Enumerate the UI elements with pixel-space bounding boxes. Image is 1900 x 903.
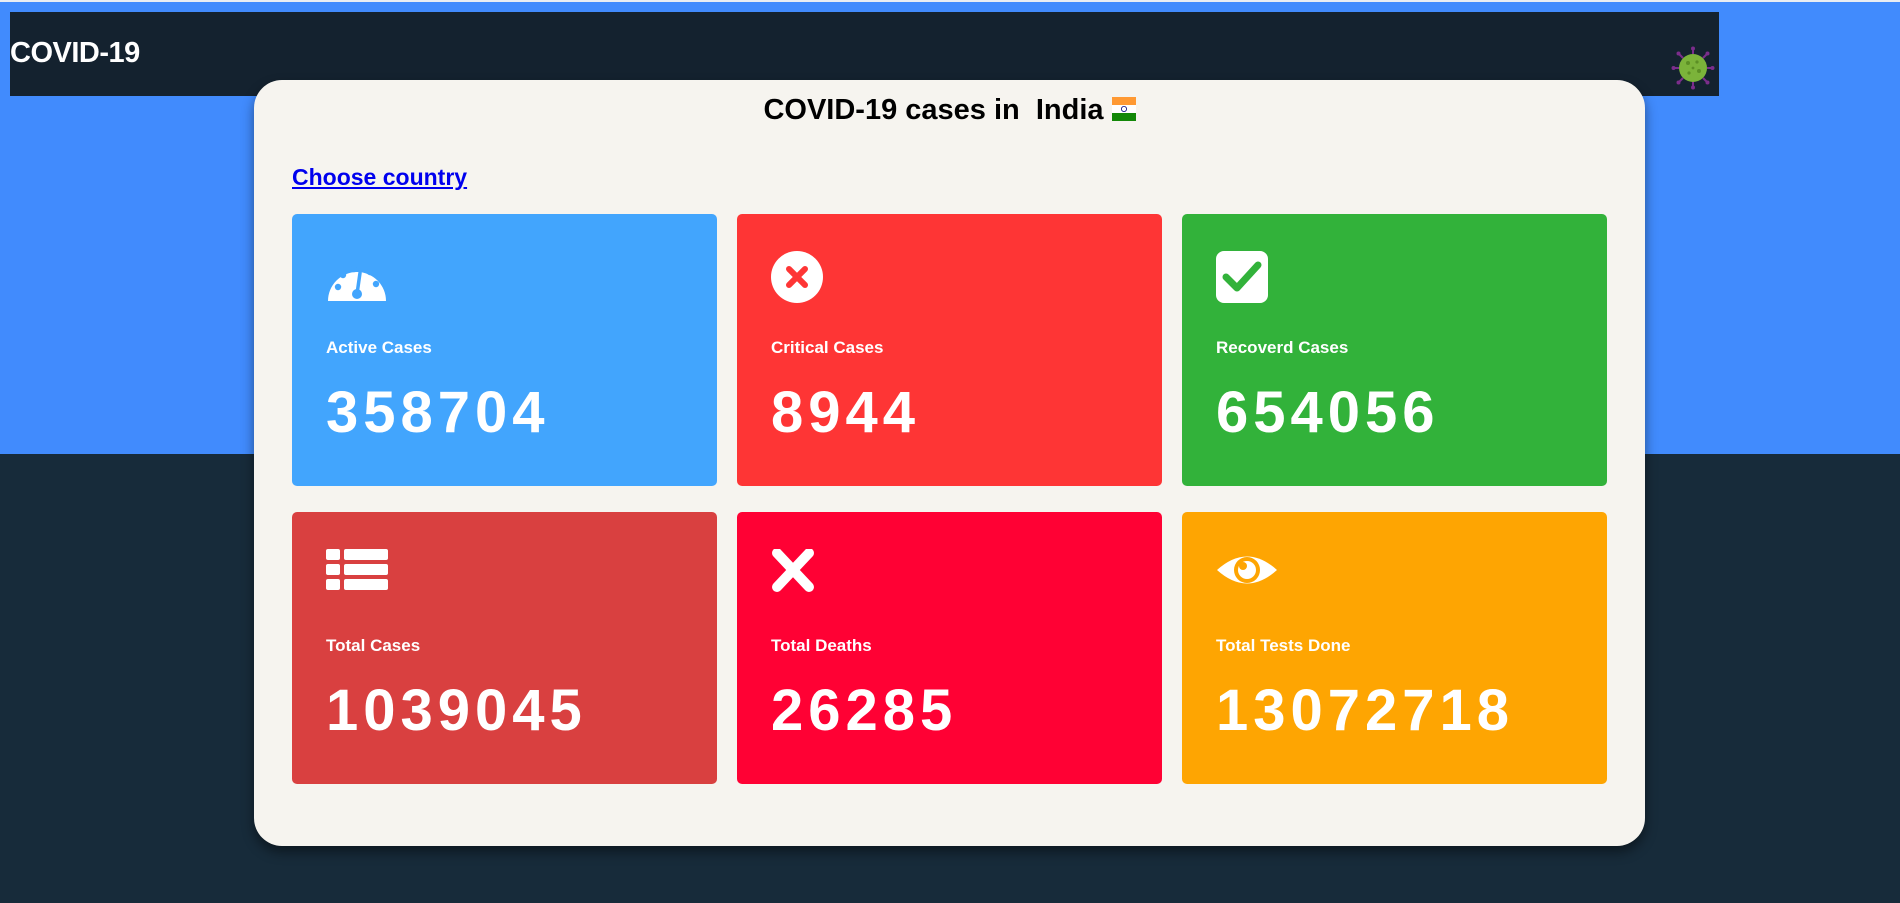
total-tests-value: 13072718 [1216,678,1515,743]
country-name: India [1035,94,1104,126]
brand-title[interactable]: COVID-19 [10,12,140,96]
page-title: COVID-19 cases in India [254,94,1645,127]
india-flag-icon [1111,97,1136,121]
times-circle-icon [771,251,823,303]
total-tests-label: Total Tests Done [1216,636,1351,655]
virus-icon [1671,46,1715,90]
stats-grid: Active Cases 358704 Critical Cases 8944 … [292,214,1608,784]
recovered-cases-label: Recoverd Cases [1216,338,1349,357]
total-tests-tile: Total Tests Done 13072718 [1182,512,1607,784]
total-deaths-label: Total Deaths [771,636,872,655]
list-icon [326,549,388,590]
total-cases-value: 1039045 [326,678,587,743]
total-cases-tile: Total Cases 1039045 [292,512,717,784]
recovered-cases-tile: Recoverd Cases 654056 [1182,214,1607,486]
recovered-cases-value: 654056 [1216,380,1440,445]
active-cases-value: 358704 [326,380,550,445]
total-deaths-value: 26285 [771,678,958,743]
stats-card: COVID-19 cases in India Choose country A… [254,80,1645,846]
check-square-icon [1216,251,1268,303]
total-cases-label: Total Cases [326,636,421,655]
choose-country-link[interactable]: Choose country [292,164,467,191]
active-cases-label: Active Cases [326,338,432,357]
times-icon [772,549,814,592]
active-cases-tile: Active Cases 358704 [292,214,717,486]
total-deaths-tile: Total Deaths 26285 [737,512,1162,784]
dashboard-gauge-icon [328,265,386,301]
eye-icon [1217,556,1277,584]
top-strip [0,0,1900,2]
critical-cases-tile: Critical Cases 8944 [737,214,1162,486]
critical-cases-label: Critical Cases [771,338,884,357]
critical-cases-value: 8944 [771,380,921,445]
title-prefix: COVID-19 cases in [763,94,1020,126]
